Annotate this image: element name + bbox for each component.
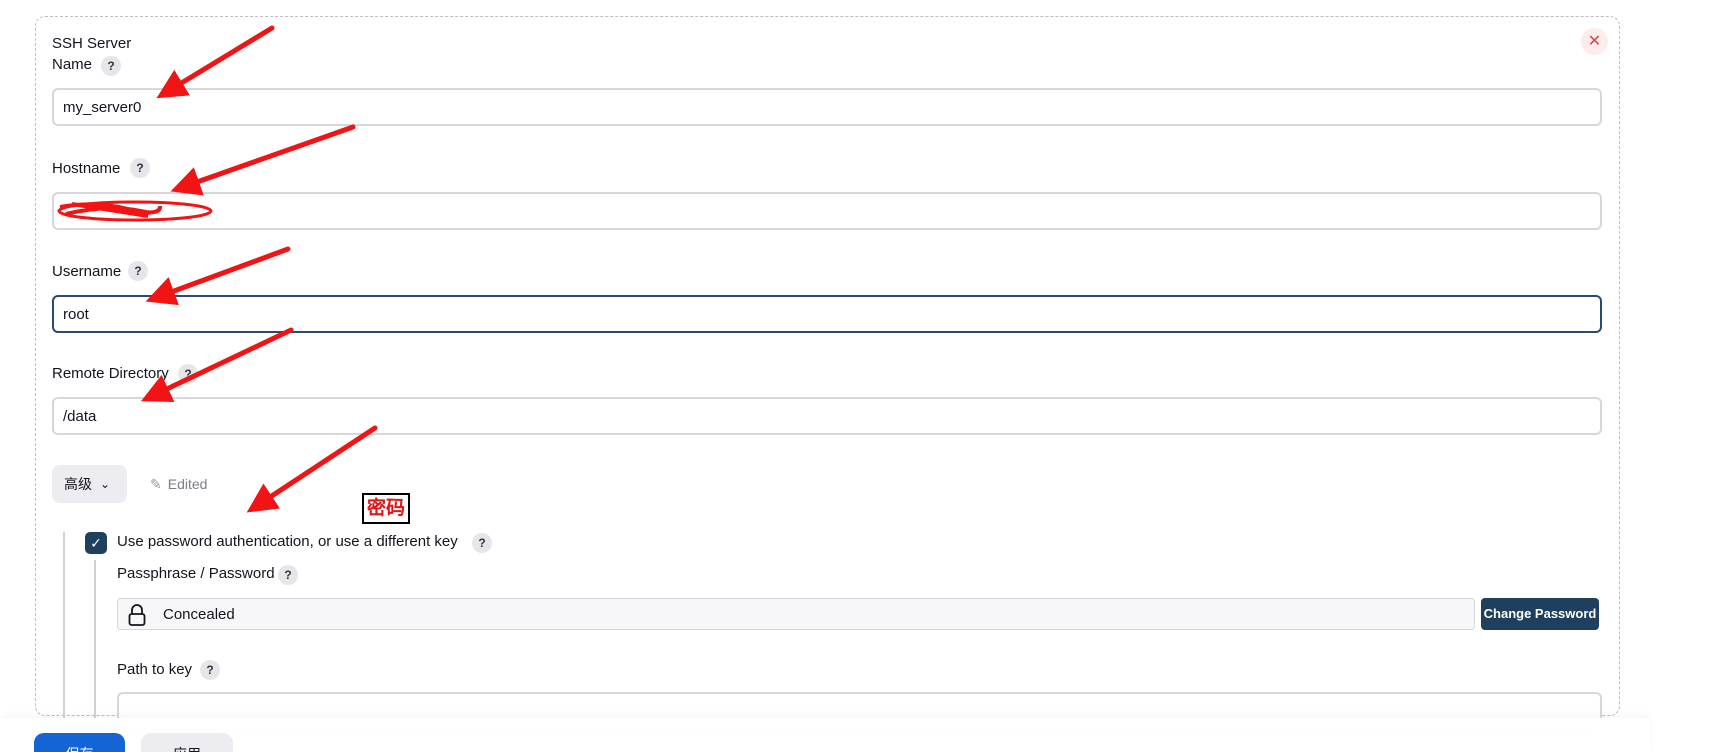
remote-directory-input[interactable] <box>52 397 1602 435</box>
change-password-button[interactable]: Change Password <box>1481 598 1599 630</box>
use-password-label: Use password authentication, or use a di… <box>117 533 458 550</box>
password-concealed-value: Concealed <box>163 606 235 623</box>
pencil-icon: ✎ <box>150 476 162 492</box>
chevron-down-icon: ⌄ <box>100 477 111 491</box>
password-field[interactable]: Concealed <box>117 598 1475 630</box>
help-icon[interactable]: ? <box>101 56 121 76</box>
passphrase-label: Passphrase / Password <box>117 565 275 582</box>
edited-label: Edited <box>167 476 208 492</box>
ssh-server-config-page: ✕ SSH Server Name ? Hostname ? Username … <box>0 0 1723 752</box>
name-input[interactable] <box>52 88 1602 126</box>
help-icon[interactable]: ? <box>128 261 148 281</box>
advanced-label: 高级 <box>64 476 92 492</box>
save-button[interactable]: 保存 <box>34 733 125 752</box>
close-icon[interactable]: ✕ <box>1581 28 1608 55</box>
username-input[interactable] <box>52 295 1602 333</box>
footer-bar <box>0 718 1650 752</box>
apply-button[interactable]: 应用 <box>141 733 233 752</box>
help-icon[interactable]: ? <box>472 533 492 553</box>
help-icon[interactable]: ? <box>200 660 220 680</box>
help-icon[interactable]: ? <box>278 565 298 585</box>
indent-bar-inner <box>94 560 96 718</box>
username-label: Username <box>52 263 122 280</box>
section-title: SSH Server <box>52 35 132 52</box>
hostname-label: Hostname <box>52 160 121 177</box>
remote-directory-label: Remote Directory <box>52 365 169 382</box>
check-icon: ✓ <box>90 535 102 551</box>
indent-bar-outer <box>63 532 65 718</box>
help-icon[interactable]: ? <box>178 364 198 384</box>
name-label: Name <box>52 56 93 73</box>
annotation-password-tag: 密码 <box>362 493 410 524</box>
hostname-input[interactable] <box>52 192 1602 230</box>
advanced-toggle-button[interactable]: 高级 ⌄ <box>52 465 127 503</box>
use-password-checkbox[interactable]: ✓ <box>85 532 107 554</box>
help-icon[interactable]: ? <box>130 158 150 178</box>
path-to-key-label: Path to key <box>117 661 193 678</box>
lock-icon <box>128 604 146 626</box>
edited-indicator: ✎ Edited <box>150 476 207 493</box>
